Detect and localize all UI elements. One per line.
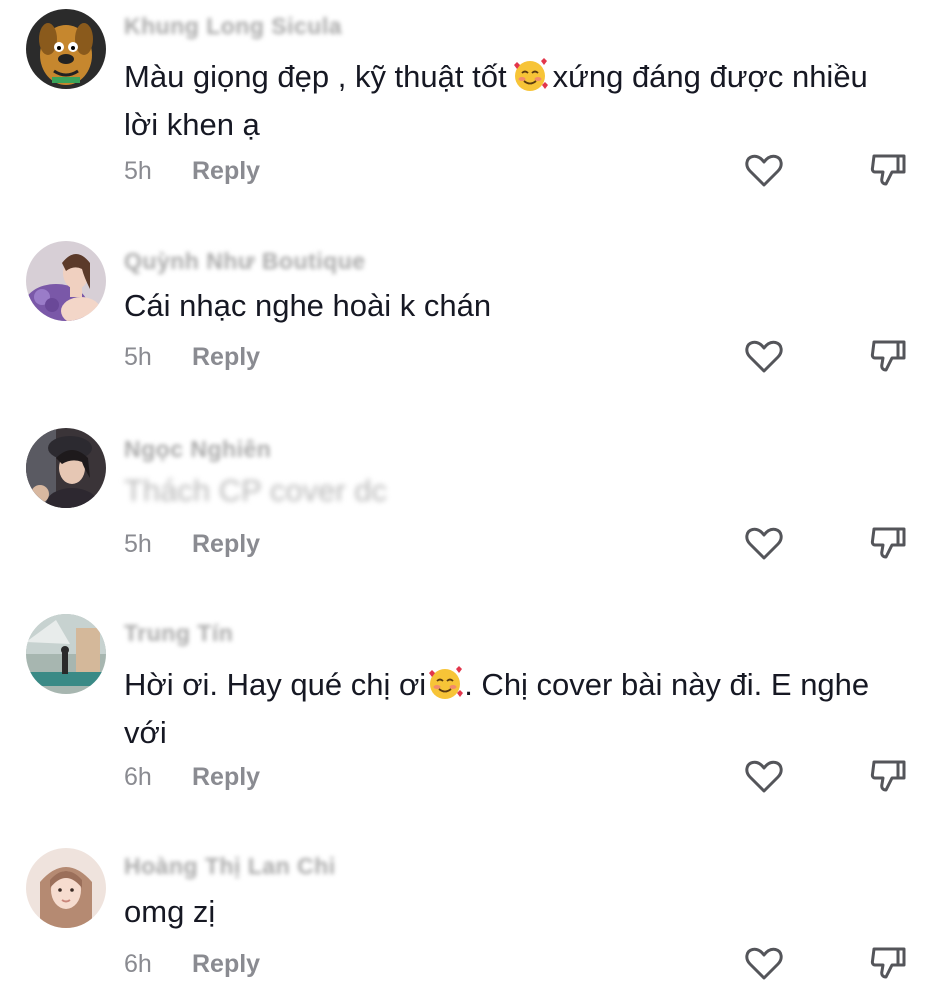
thumbs-down-outline-icon[interactable] xyxy=(866,941,910,985)
comment-username[interactable]: Ngọc Nghiên xyxy=(124,436,271,463)
comment-username[interactable]: Quỳnh Như Boutique xyxy=(124,248,366,275)
comment-time: 5h xyxy=(124,157,152,185)
comment-text: Màu giọng đẹp , kỹ thuật tốt xứng đáng đư… xyxy=(124,56,894,146)
comment-text: Thách CP cover dc xyxy=(124,473,388,508)
comment-time: 5h xyxy=(124,530,152,558)
avatar[interactable] xyxy=(26,9,106,89)
comment-username[interactable]: Trung Tín xyxy=(124,620,233,647)
comment-time: 6h xyxy=(124,950,152,978)
reply-button[interactable]: Reply xyxy=(192,530,260,559)
comment-text: Hời ơi. Hay qué chị ơi. Chị cover bài nà… xyxy=(124,664,894,754)
heart-outline-icon[interactable] xyxy=(742,148,786,192)
avatar[interactable] xyxy=(26,241,106,321)
heart-outline-icon[interactable] xyxy=(742,754,786,798)
avatar[interactable] xyxy=(26,848,106,928)
smiling-face-with-hearts-icon xyxy=(426,665,464,712)
heart-outline-icon[interactable] xyxy=(742,941,786,985)
comment-username[interactable]: Khung Long Sicula xyxy=(124,13,342,40)
comment-username[interactable]: Hoàng Thị Lan Chi xyxy=(124,853,336,880)
comment-time: 5h xyxy=(124,343,152,371)
reply-button[interactable]: Reply xyxy=(192,157,260,186)
smiling-face-with-hearts-icon xyxy=(511,57,549,104)
avatar[interactable] xyxy=(26,428,106,508)
thumbs-down-outline-icon[interactable] xyxy=(866,521,910,565)
reply-button[interactable]: Reply xyxy=(192,763,260,792)
thumbs-down-outline-icon[interactable] xyxy=(866,148,910,192)
comment-text: omg zị xyxy=(124,894,216,929)
comments-list: Khung Long Sicula Màu giọng đẹp , kỹ thu… xyxy=(0,0,945,1005)
reply-button[interactable]: Reply xyxy=(192,950,260,979)
thumbs-down-outline-icon[interactable] xyxy=(866,334,910,378)
comment-time: 6h xyxy=(124,763,152,791)
heart-outline-icon[interactable] xyxy=(742,334,786,378)
heart-outline-icon[interactable] xyxy=(742,521,786,565)
reply-button[interactable]: Reply xyxy=(192,343,260,372)
comment-text-part: Màu giọng đẹp , kỹ thuật tốt xyxy=(124,59,507,94)
comment-text-part: Hời ơi. Hay qué chị ơi xyxy=(124,667,427,702)
comment-text: Cái nhạc nghe hoài k chán xyxy=(124,288,492,323)
avatar[interactable] xyxy=(26,614,106,694)
thumbs-down-outline-icon[interactable] xyxy=(866,754,910,798)
